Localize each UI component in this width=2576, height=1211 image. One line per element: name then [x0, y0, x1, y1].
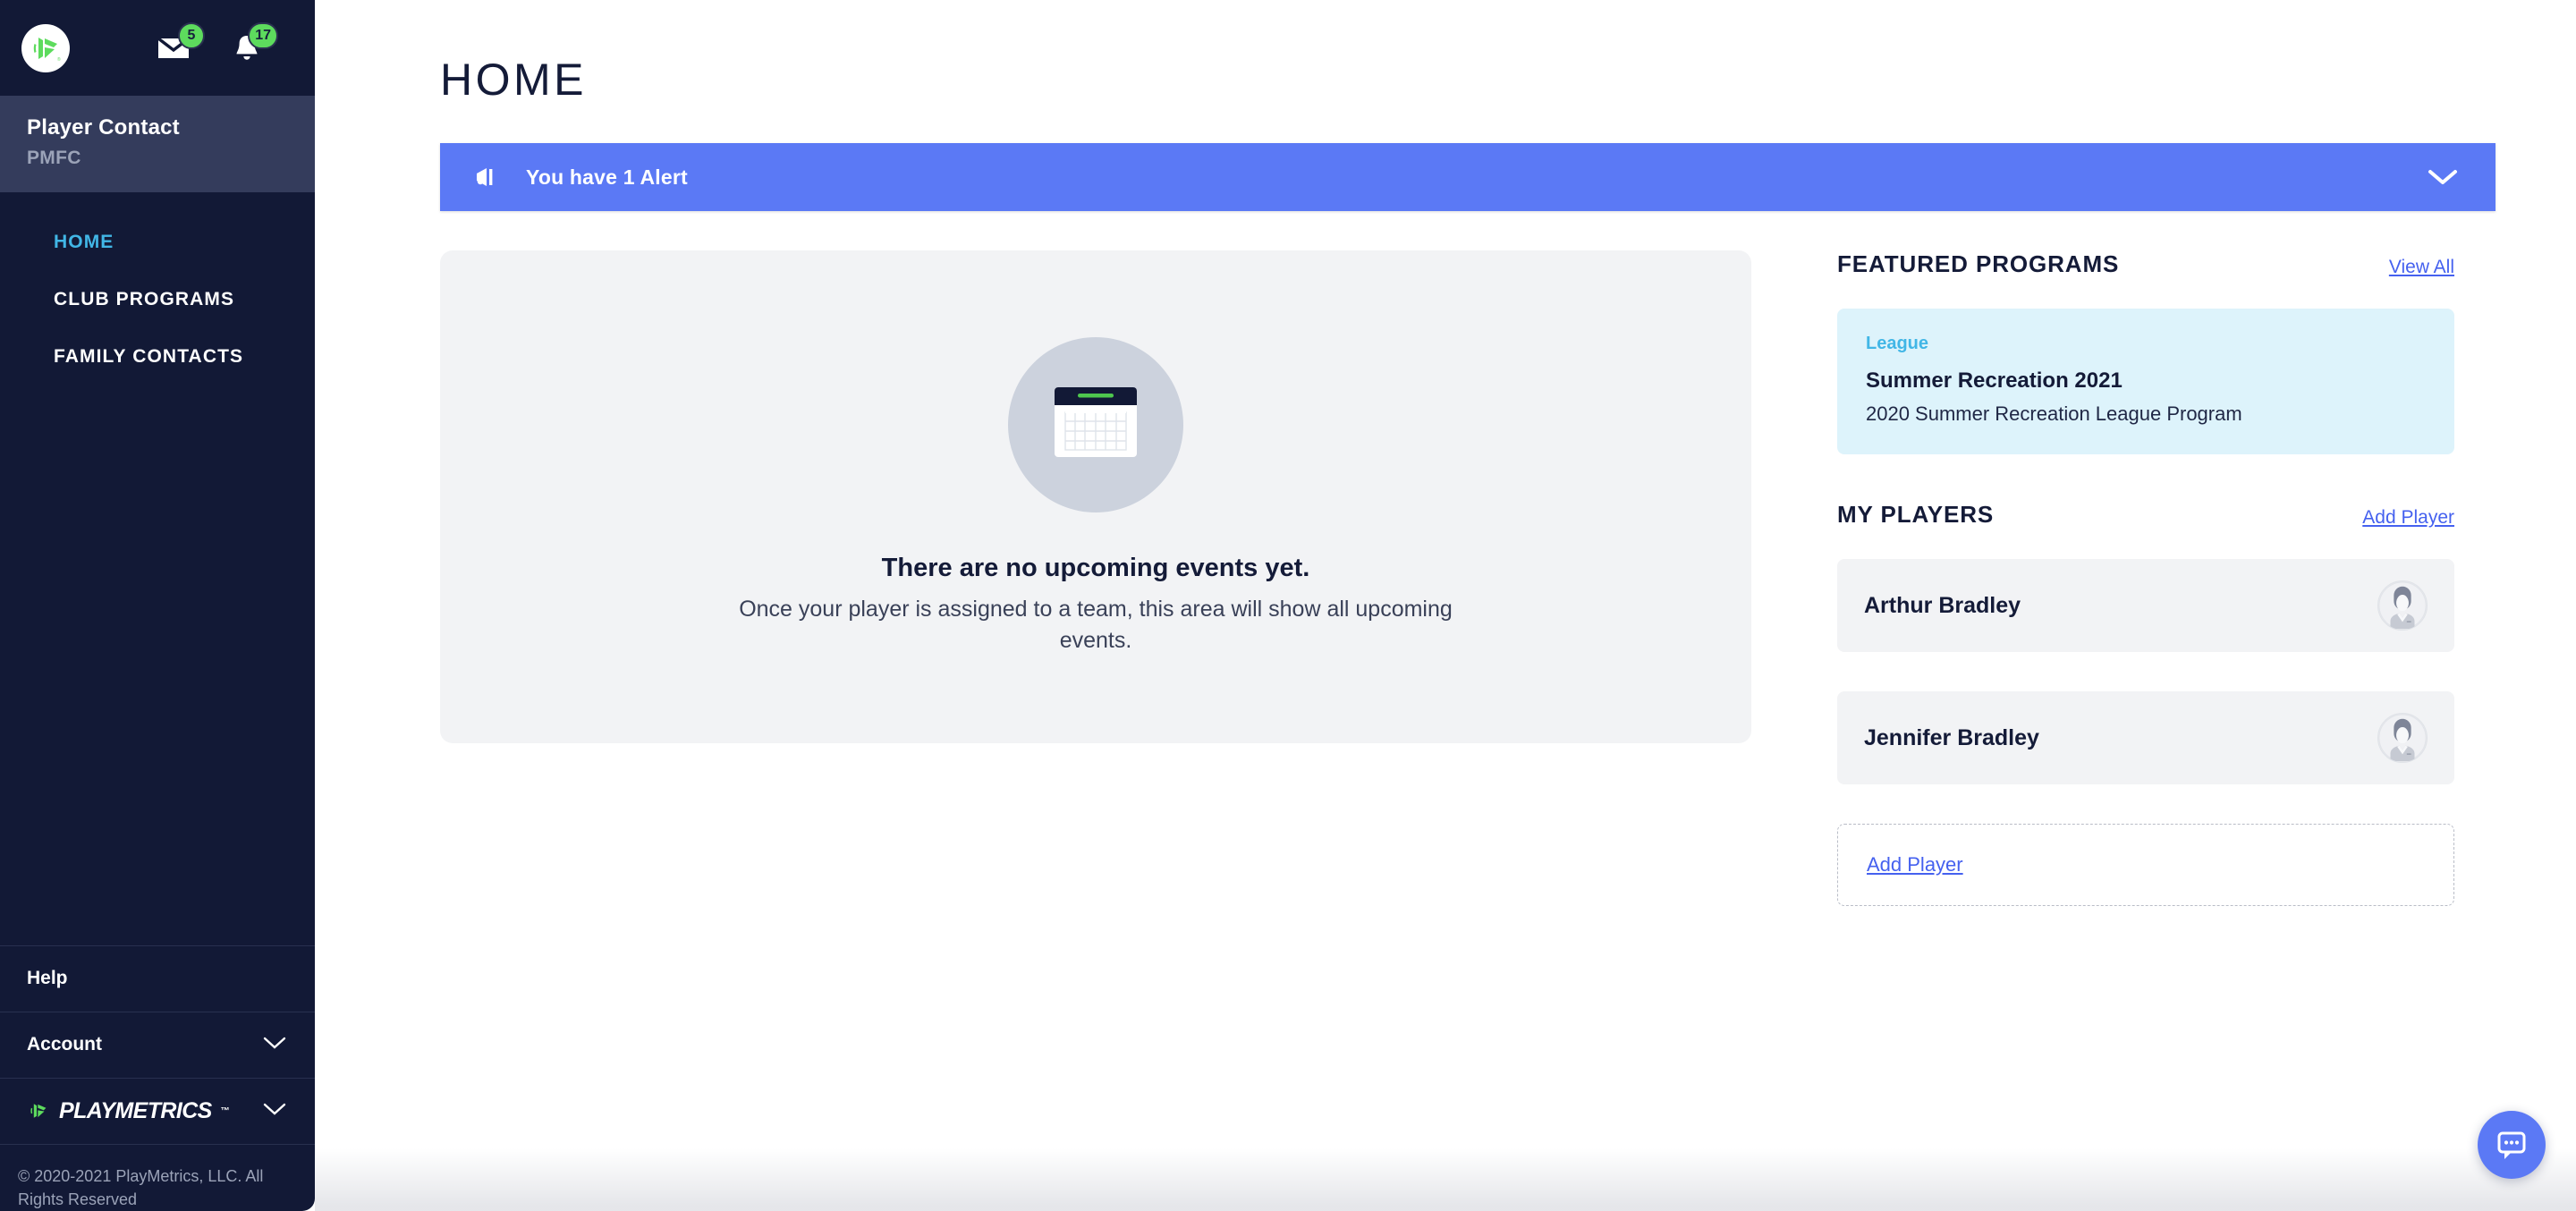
- page-title: HOME: [440, 55, 587, 105]
- chat-bubble-icon: [2497, 1131, 2526, 1159]
- featured-program-card[interactable]: League Summer Recreation 2021 2020 Summe…: [1837, 309, 2454, 454]
- empty-state-subtitle: Once your player is assigned to a team, …: [739, 596, 1453, 654]
- chevron-down-icon: [263, 1034, 286, 1055]
- sidebar: ® 5 17 Player Contact PMFC HOME CLUB PRO…: [0, 0, 315, 1211]
- program-description: 2020 Summer Recreation League Program: [1866, 402, 2242, 425]
- messages-badge: 5: [178, 21, 205, 49]
- list-item[interactable]: Jennifer Bradley: [1837, 691, 2454, 784]
- chevron-down-icon: [263, 1100, 286, 1122]
- sidebar-item-account[interactable]: Account: [0, 1012, 315, 1079]
- bottom-scroll-fade: [315, 1148, 2576, 1211]
- featured-programs-title: FEATURED PROGRAMS: [1837, 250, 2120, 277]
- upcoming-events-empty-state: There are no upcoming events yet. Once y…: [440, 250, 1751, 743]
- app-root: ® 5 17 Player Contact PMFC HOME CLUB PRO…: [0, 0, 2576, 1211]
- my-players-header: MY PLAYERS Add Player: [1837, 501, 2454, 529]
- sidebar-item-club-programs[interactable]: CLUB PROGRAMS: [0, 271, 315, 328]
- brand-tm: ™: [220, 1105, 230, 1116]
- person-avatar-icon: [2377, 713, 2428, 763]
- alert-expand-button[interactable]: [2428, 168, 2458, 186]
- sidebar-nav: HOME CLUB PROGRAMS FAMILY CONTACTS: [0, 192, 315, 385]
- program-type-tag: League: [1866, 334, 1929, 353]
- account-summary[interactable]: Player Contact PMFC: [0, 96, 315, 192]
- player-name: Jennifer Bradley: [1864, 724, 2039, 750]
- list-item[interactable]: Arthur Bradley: [1837, 559, 2454, 652]
- player-name: Arthur Bradley: [1864, 592, 2021, 618]
- calendar-illustration: [1008, 336, 1183, 512]
- calendar-icon: [1055, 386, 1137, 457]
- featured-programs-header: FEATURED PROGRAMS View All: [1837, 250, 2454, 278]
- copyright-text: © 2020-2021 PlayMetrics, LLC. All Rights…: [18, 1166, 264, 1208]
- my-players-title: MY PLAYERS: [1837, 501, 1995, 528]
- program-name: Summer Recreation 2021: [1866, 368, 2123, 393]
- svg-text:®: ®: [57, 56, 61, 63]
- sidebar-header: ® 5 17: [0, 0, 315, 96]
- add-player-dashed-box[interactable]: Add Player: [1837, 824, 2454, 906]
- sidebar-item-brand[interactable]: PLAYMETRICS ™: [0, 1079, 315, 1145]
- main-content: HOME You have 1 Alert There are no upcom…: [315, 0, 2576, 1211]
- sidebar-header-icons: 5 17: [156, 21, 293, 66]
- chat-support-button[interactable]: [2478, 1111, 2546, 1179]
- account-label: Account: [27, 1034, 102, 1055]
- playmetrics-mark-icon[interactable]: ®: [21, 23, 70, 72]
- view-all-link[interactable]: View All: [2389, 257, 2454, 278]
- playmetrics-wordmark: PLAYMETRICS ™: [27, 1097, 230, 1124]
- megaphone-icon: [474, 165, 503, 189]
- messages-button[interactable]: 5: [156, 21, 205, 66]
- notifications-badge: 17: [248, 21, 278, 49]
- chevron-down-icon: [2428, 170, 2457, 184]
- sidebar-item-help[interactable]: Help: [0, 946, 315, 1012]
- alert-text: You have 1 Alert: [526, 165, 688, 189]
- playmetrics-mark-icon: [30, 1104, 47, 1119]
- notifications-button[interactable]: 17: [229, 21, 278, 66]
- add-player-box-link[interactable]: Add Player: [1867, 853, 1963, 876]
- sidebar-item-family-contacts[interactable]: FAMILY CONTACTS: [0, 328, 315, 385]
- sidebar-item-home[interactable]: HOME: [0, 214, 315, 271]
- empty-state-title: There are no upcoming events yet.: [881, 553, 1310, 582]
- person-avatar-icon: [2377, 580, 2428, 631]
- add-player-link[interactable]: Add Player: [2362, 507, 2454, 529]
- right-rail: FEATURED PROGRAMS View All League Summer…: [1837, 250, 2454, 906]
- account-org: PMFC: [27, 148, 81, 168]
- help-label: Help: [27, 968, 68, 989]
- account-name: Player Contact: [27, 115, 180, 140]
- brand-wordmark-text: PLAYMETRICS: [59, 1097, 212, 1123]
- alert-banner[interactable]: You have 1 Alert: [440, 143, 2496, 211]
- sidebar-footer: Help Account PLAYMETRICS ™ © 2020-2021 P…: [0, 944, 315, 1211]
- content-columns: There are no upcoming events yet. Once y…: [440, 250, 2496, 906]
